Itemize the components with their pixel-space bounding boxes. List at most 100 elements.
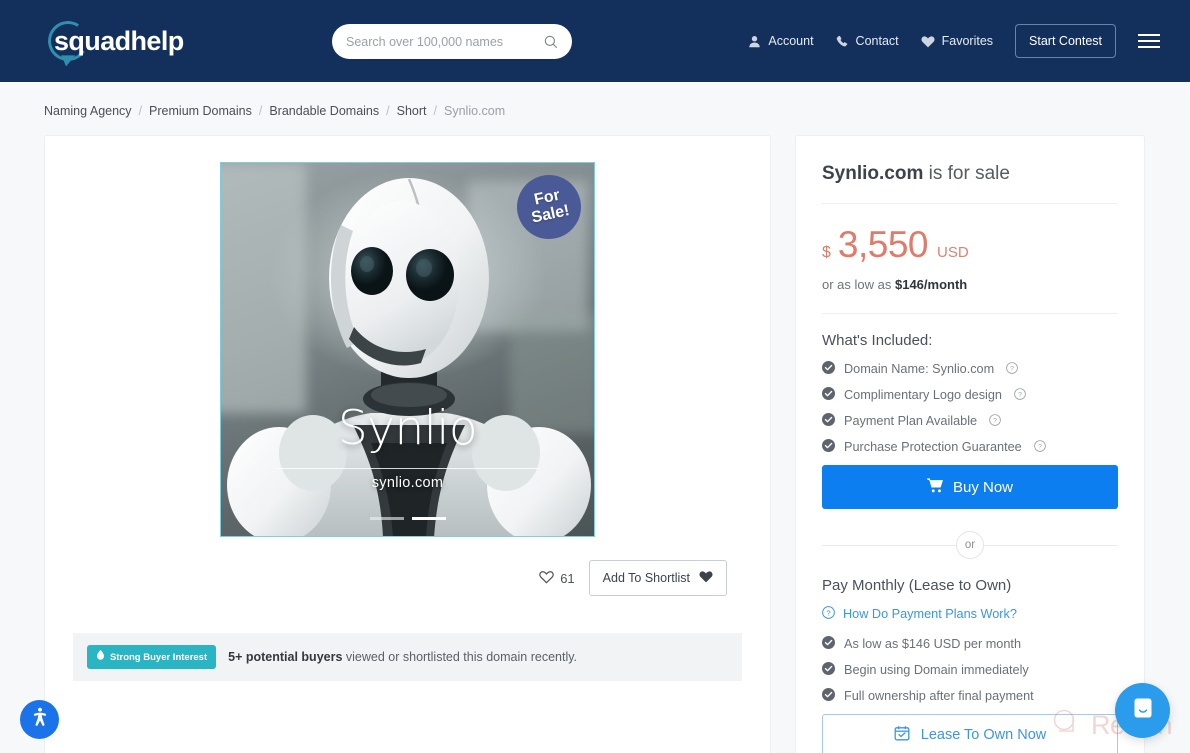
nav-favorites[interactable]: Favorites <box>921 34 993 48</box>
svg-text:?: ? <box>826 608 830 617</box>
pay-monthly-title: Pay Monthly (Lease to Own) <box>822 577 1012 594</box>
heart-filled-icon <box>699 570 713 586</box>
image-overlay-divider <box>276 468 539 469</box>
breadcrumb-separator: / <box>386 104 390 118</box>
question-circle-icon[interactable]: ? <box>1006 361 1018 377</box>
whats-included-list: Domain Name: Synlio.com ? Complimentary … <box>822 361 1118 455</box>
check-circle-icon <box>822 636 835 652</box>
svg-text:?: ? <box>1018 391 1022 398</box>
question-circle-icon[interactable]: ? <box>989 413 1001 429</box>
divider <box>822 313 1118 314</box>
breadcrumb-item-short[interactable]: Short <box>397 104 427 118</box>
heart-outline-icon <box>539 570 554 587</box>
or-label: or <box>956 531 984 559</box>
add-to-shortlist-label: Add To Shortlist <box>602 571 690 585</box>
breadcrumb: Naming Agency / Premium Domains / Branda… <box>0 82 1190 118</box>
nav-contact-label: Contact <box>855 34 899 48</box>
monthly-price-amount: $146/month <box>894 277 968 292</box>
check-circle-icon <box>822 439 835 455</box>
breadcrumb-separator: / <box>433 104 437 118</box>
included-item: Domain Name: Synlio.com ? <box>822 361 1118 377</box>
breadcrumb-item-naming-agency[interactable]: Naming Agency <box>44 104 132 118</box>
heart-icon <box>921 35 935 48</box>
included-item-label: Purchase Protection Guarantee <box>844 440 1022 454</box>
price-currency-symbol: $ <box>822 244 831 261</box>
buyer-interest-text: 5+ potential buyers viewed or shortliste… <box>228 650 577 664</box>
site-header: squadhelp Account <box>0 0 1190 82</box>
hamburger-menu-icon[interactable] <box>1138 34 1160 48</box>
lease-to-own-button[interactable]: Lease To Own Now <box>822 714 1118 753</box>
page-title: Synlio.com is for sale <box>822 163 1118 203</box>
strong-buyer-interest-label: Strong Buyer Interest <box>110 651 208 663</box>
included-item: Purchase Protection Guarantee ? <box>822 439 1118 455</box>
carousel-dot-1[interactable] <box>369 517 404 520</box>
plan-benefit-item: As low as $146 USD per month <box>822 636 1118 652</box>
logo-text: squadhelp <box>54 25 184 56</box>
flame-icon <box>96 650 105 664</box>
payment-plan-benefits: As low as $146 USD per month Begin using… <box>822 636 1118 704</box>
sale-panel: Synlio.com is for sale $ 3,550 USD or as… <box>795 135 1145 753</box>
buyer-interest-banner: Strong Buyer Interest 5+ potential buyer… <box>73 633 742 681</box>
svg-text:?: ? <box>993 417 997 424</box>
search-box[interactable] <box>332 24 572 59</box>
nav-account[interactable]: Account <box>748 34 814 48</box>
strong-buyer-interest-badge: Strong Buyer Interest <box>87 645 217 669</box>
sale-title-rest: is for sale <box>923 163 1010 184</box>
breadcrumb-item-current: Synlio.com <box>444 104 506 118</box>
breadcrumb-item-brandable-domains[interactable]: Brandable Domains <box>269 104 379 118</box>
how-payment-plans-work-link[interactable]: ? How Do Payment Plans Work? <box>822 606 1118 622</box>
or-separator: or <box>822 531 1118 559</box>
sale-title-domain: Synlio.com <box>822 163 924 184</box>
whats-included-title: What's Included: <box>822 332 933 349</box>
image-overlay-subtitle: synlio.com <box>371 475 444 491</box>
breadcrumb-separator: / <box>258 104 263 118</box>
check-circle-icon <box>822 361 835 377</box>
user-icon <box>748 35 761 48</box>
breadcrumb-item-premium-domains[interactable]: Premium Domains <box>149 104 252 118</box>
svg-text:?: ? <box>1038 443 1042 450</box>
product-image[interactable]: For Sale! Synlio synlio.com <box>220 162 595 537</box>
lease-to-own-label: Lease To Own Now <box>920 727 1047 743</box>
monthly-price-prefix: or as low as <box>822 277 895 292</box>
buyer-interest-rest: viewed or shortlisted this domain recent… <box>342 650 578 664</box>
buy-now-button[interactable]: Buy Now <box>822 465 1118 509</box>
accessibility-button[interactable] <box>20 700 59 739</box>
breadcrumb-separator: / <box>138 104 143 118</box>
nav-favorites-label: Favorites <box>941 34 994 48</box>
monthly-price-note: or as low as $146/month <box>822 277 1118 292</box>
chat-launcher-button[interactable] <box>1115 683 1170 738</box>
buy-now-label: Buy Now <box>952 478 1014 496</box>
image-overlay-title: Synlio <box>337 401 478 456</box>
shortlist-row: 61 Add To Shortlist <box>73 560 742 596</box>
included-item: Payment Plan Available ? <box>822 413 1118 429</box>
nav-account-label: Account <box>768 34 814 48</box>
site-logo[interactable]: squadhelp <box>44 17 184 65</box>
price-display: $ 3,550 USD <box>822 204 1118 266</box>
nav-contact[interactable]: Contact <box>836 34 899 48</box>
main-content: For Sale! Synlio synlio.com 61 Add To Sh… <box>0 118 1190 753</box>
header-nav: Account Contact Favorites Start Contest <box>748 0 1190 82</box>
plan-benefit-item: Full ownership after final payment <box>822 688 1118 704</box>
shopping-cart-icon <box>926 477 943 497</box>
included-item-label: Domain Name: Synlio.com <box>844 362 995 376</box>
check-circle-icon <box>822 413 835 429</box>
plan-benefit-label: Full ownership after final payment <box>844 689 1034 703</box>
included-item: Complimentary Logo design ? <box>822 387 1118 403</box>
start-contest-button[interactable]: Start Contest <box>1015 24 1116 58</box>
search-input[interactable] <box>346 34 544 49</box>
question-circle-icon[interactable]: ? <box>1014 387 1026 403</box>
check-circle-icon <box>822 387 835 403</box>
price-currency-code: USD <box>937 244 969 261</box>
add-to-shortlist-button[interactable]: Add To Shortlist <box>588 560 727 596</box>
favorites-count[interactable]: 61 <box>539 570 575 587</box>
search-icon[interactable] <box>544 35 558 49</box>
accessibility-icon <box>29 706 51 733</box>
question-circle-icon[interactable]: ? <box>1033 439 1046 455</box>
favorites-count-value: 61 <box>560 570 575 586</box>
buyer-interest-highlight: 5+ potential buyers <box>228 650 343 664</box>
price-amount: 3,550 <box>837 224 929 265</box>
how-payment-plans-work-label: How Do Payment Plans Work? <box>843 607 1017 621</box>
calendar-icon <box>894 725 910 745</box>
plan-benefit-label: Begin using Domain immediately <box>844 663 1029 677</box>
carousel-dot-2[interactable] <box>411 517 446 520</box>
